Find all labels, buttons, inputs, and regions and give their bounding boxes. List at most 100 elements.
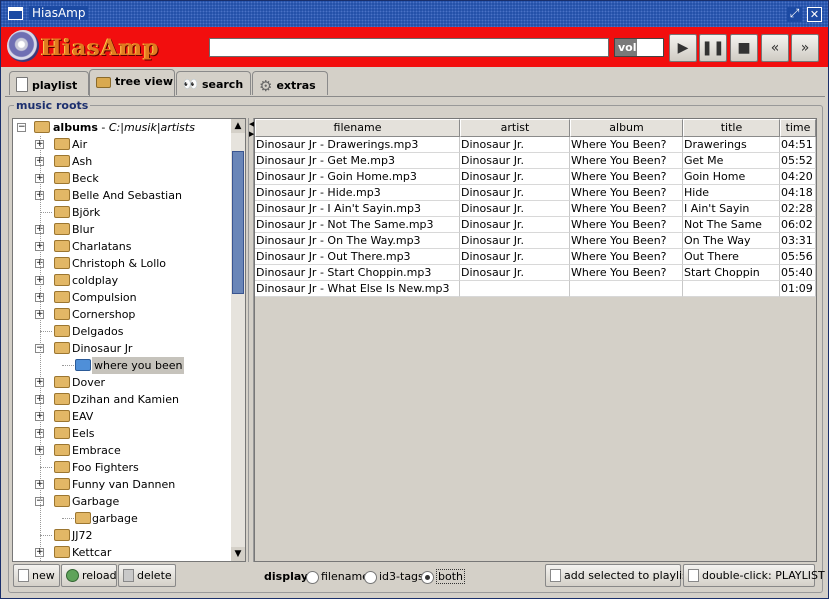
tree-item-13[interactable]: where you been — [13, 357, 243, 374]
radio-filename-label[interactable]: filename — [321, 570, 369, 583]
table-cell: Dinosaur Jr - Out There.mp3 — [255, 249, 460, 265]
table-row[interactable]: Dinosaur Jr - What Else Is New.mp3 01:09 — [255, 281, 816, 297]
tree-item-3[interactable]: + Belle And Sebastian — [13, 187, 243, 204]
player-bar: HiasAmp volume ▶ ❚❚ ■ « » — [1, 27, 828, 67]
play-button[interactable]: ▶ — [669, 34, 697, 62]
tree-item-label: Cornershop — [72, 308, 136, 321]
tree-item-11[interactable]: Delgados — [13, 323, 243, 340]
table-row[interactable]: Dinosaur Jr - Hide.mp3 Dinosaur Jr. Where … — [255, 185, 816, 201]
table-row[interactable]: Dinosaur Jr - Get Me.mp3 Dinosaur Jr. Wher… — [255, 153, 816, 169]
tree-item-4[interactable]: Björk — [13, 204, 243, 221]
volume-slider[interactable]: volume — [614, 38, 664, 57]
column-header-artist[interactable]: artist — [460, 119, 570, 137]
table-cell: Where You Been? — [570, 201, 683, 217]
table-cell: 05:56 — [780, 249, 816, 265]
radio-id3-tags[interactable] — [364, 571, 377, 584]
restore-icon[interactable]: ⤢ — [787, 7, 802, 22]
folder-icon — [54, 257, 70, 269]
stop-button[interactable]: ■ — [730, 34, 758, 62]
scroll-down-icon[interactable]: ▼ — [231, 547, 245, 561]
title-bar[interactable]: HiasAmp ⤢ ✕ — [1, 1, 828, 27]
volume-label: volume — [618, 41, 664, 54]
next-button[interactable]: » — [791, 34, 819, 62]
table-cell: Dinosaur Jr. — [460, 153, 570, 169]
column-header-filename[interactable]: filename — [255, 119, 460, 137]
tree-item-15[interactable]: + Dzihan and Kamien — [13, 391, 243, 408]
tab-playlist[interactable]: playlist — [9, 71, 89, 95]
tree-item-18[interactable]: + Embrace — [13, 442, 243, 459]
tab-search[interactable]: 👀 search — [176, 71, 251, 95]
tree-item-24[interactable]: + Kettcar — [13, 544, 243, 561]
table-cell: Dinosaur Jr. — [460, 169, 570, 185]
tree-item-7[interactable]: + Christoph & Lollo — [13, 255, 243, 272]
delete-button[interactable]: delete — [118, 564, 176, 587]
close-icon[interactable]: ✕ — [807, 7, 822, 22]
tree-item-5[interactable]: + Blur — [13, 221, 243, 238]
radio-id3-tags-label[interactable]: id3-tags — [379, 570, 424, 583]
table-row[interactable]: Dinosaur Jr - Goin Home.mp3 Dinosaur Jr. W… — [255, 169, 816, 185]
table-row[interactable]: Dinosaur Jr - Drawerings.mp3 Dinosaur Jr.… — [255, 137, 816, 153]
reload-button[interactable]: reload — [61, 564, 117, 587]
tree-item-6[interactable]: + Charlatans — [13, 238, 243, 255]
table-cell: I Ain't Sayin — [683, 201, 780, 217]
scroll-up-icon[interactable]: ▲ — [231, 119, 245, 133]
radio-filename[interactable] — [306, 571, 319, 584]
tree-item-label: where you been — [92, 357, 185, 374]
new-button[interactable]: new — [13, 564, 60, 587]
pause-icon: ❚❚ — [701, 40, 725, 56]
tab-extras[interactable]: ⚙ extras — [252, 71, 328, 95]
track-table[interactable]: filename artist album title time Dinosaur Jr… — [254, 118, 817, 562]
table-row[interactable]: Dinosaur Jr - Out There.mp3 Dinosaur Jr. W… — [255, 249, 816, 265]
folder-icon — [54, 444, 70, 456]
tree-item-0[interactable]: + Air — [13, 136, 243, 153]
table-row[interactable]: Dinosaur Jr - Start Choppin.mp3 Dinosaur … — [255, 265, 816, 281]
scroll-thumb[interactable] — [232, 151, 244, 294]
tree-item-19[interactable]: Foo Fighters — [13, 459, 243, 476]
tree-item-21[interactable]: − Garbage — [13, 493, 243, 510]
folder-icon — [75, 512, 91, 524]
tree-item-8[interactable]: + coldplay — [13, 272, 243, 289]
table-cell: 05:40 — [780, 265, 816, 281]
table-cell: Drawerings — [683, 137, 780, 153]
tree-item-label: coldplay — [72, 274, 119, 287]
tree-item-10[interactable]: + Cornershop — [13, 306, 243, 323]
tree-item-22[interactable]: garbage — [13, 510, 243, 527]
radio-both-label[interactable]: both — [436, 569, 465, 584]
table-cell: 01:09 — [780, 281, 816, 297]
tree-item-17[interactable]: + Eels — [13, 425, 243, 442]
tree-item-label: EAV — [72, 410, 94, 423]
table-row[interactable]: Dinosaur Jr - I Ain't Sayin.mp3 Dinosaur … — [255, 201, 816, 217]
add-selected-button[interactable]: add selected to playlist — [545, 564, 692, 587]
column-header-title[interactable]: title — [683, 119, 780, 137]
previous-button[interactable]: « — [761, 34, 789, 62]
folder-icon — [54, 155, 70, 167]
tree-item-23[interactable]: JJ72 — [13, 527, 243, 544]
double-click-mode-button[interactable]: double-click: PLAYLIST — [683, 564, 825, 587]
folder-icon — [54, 189, 70, 201]
track-display-field[interactable] — [209, 38, 609, 57]
tree-item-1[interactable]: + Ash — [13, 153, 243, 170]
table-row[interactable]: Dinosaur Jr - Not The Same.mp3 Dinosaur J… — [255, 217, 816, 233]
column-header-album[interactable]: album — [570, 119, 683, 137]
tree-item-14[interactable]: + Dover — [13, 374, 243, 391]
album-tree[interactable]: − albums - C:|musik|artists + Air + Ash + Bec… — [12, 118, 246, 562]
radio-both[interactable] — [421, 571, 434, 584]
column-header-time[interactable]: time — [780, 119, 816, 137]
folder-icon — [54, 308, 70, 320]
tree-item-2[interactable]: + Beck — [13, 170, 243, 187]
collapse-icon[interactable]: − — [17, 123, 26, 132]
folder-icon — [54, 291, 70, 303]
folder-icon — [54, 274, 70, 286]
tree-root-row[interactable]: − albums - C:|musik|artists — [13, 119, 243, 136]
tree-scrollbar[interactable]: ▲ ▼ — [231, 118, 246, 562]
tree-item-20[interactable]: + Funny van Dannen — [13, 476, 243, 493]
tree-item-label: Belle And Sebastian — [72, 189, 182, 202]
pause-button[interactable]: ❚❚ — [699, 34, 727, 62]
tree-item-12[interactable]: − Dinosaur Jr — [13, 340, 243, 357]
tree-item-9[interactable]: + Compulsion — [13, 289, 243, 306]
previous-icon: « — [770, 40, 780, 56]
table-cell: Out There — [683, 249, 780, 265]
tab-tree-view[interactable]: tree view — [89, 69, 175, 96]
tree-item-16[interactable]: + EAV — [13, 408, 243, 425]
table-row[interactable]: Dinosaur Jr - On The Way.mp3 Dinosaur Jr.… — [255, 233, 816, 249]
